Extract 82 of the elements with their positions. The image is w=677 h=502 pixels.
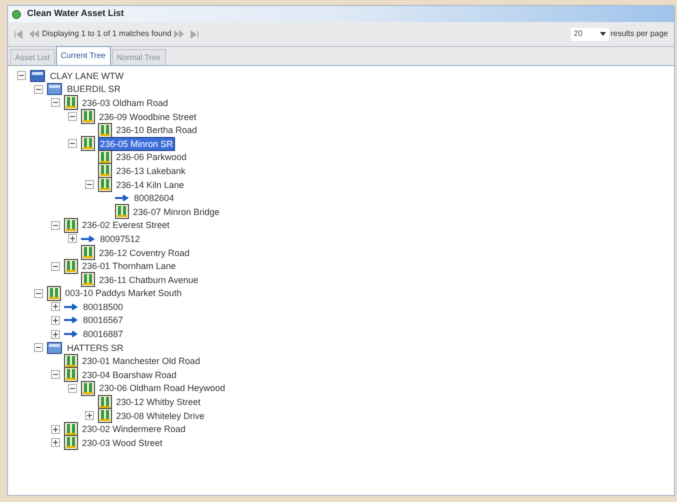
arrow-icon [64,302,78,311]
tree-node[interactable]: HATTERS SR [66,342,124,354]
tree-node[interactable]: 230-02 Windermere Road [81,423,187,436]
station-icon [81,109,95,124]
tree-node[interactable]: 236-10 Bertha Road [115,124,198,136]
station-icon [81,136,95,152]
tree-node[interactable]: 003-10 Paddys Market South [64,287,183,300]
tree-node[interactable]: 80018500 [82,300,124,313]
station-icon [47,286,61,301]
tree-node[interactable]: 80016567 [82,314,124,326]
station-icon [64,258,78,274]
arrow-icon [81,234,95,243]
collapse-icon[interactable] [17,71,26,80]
tree-node[interactable]: 230-12 Whitby Street [115,396,202,408]
collapse-icon[interactable] [51,220,60,230]
collapse-icon[interactable] [34,343,43,352]
tree-node[interactable]: BUERDIL SR [66,83,122,96]
collapse-icon[interactable] [34,288,43,298]
station-icon [98,408,112,424]
station-icon [98,163,112,178]
station-icon [81,272,95,288]
tree-node[interactable]: 230-08 Whiteley Drive [115,410,206,422]
tree-node[interactable]: 230-04 Boarshaw Road [81,368,178,381]
monitor-icon [47,342,62,354]
collapse-icon[interactable] [51,98,60,108]
pager-status: Displaying 1 to 1 of 1 matches found [42,28,172,40]
expand-icon[interactable] [51,302,60,312]
station-icon [64,367,78,382]
arrow-icon [64,330,78,338]
tree-node[interactable]: 236-02 Everest Street [81,219,171,232]
tree-node[interactable]: 236-01 Thornham Lane [81,260,177,272]
tree-node[interactable]: 236-07 Minron Bridge [132,206,221,218]
tree-node[interactable]: 236-12 Coventry Road [98,246,191,259]
monitor-icon [47,83,62,96]
arrow-icon [115,194,129,202]
tree-node[interactable]: 80082604 [133,192,176,204]
station-icon [115,204,129,220]
tab[interactable]: Current Tree [56,46,111,65]
station-icon [64,435,78,450]
tree-node[interactable]: 230-01 Manchester Old Road [81,355,202,368]
tree-node[interactable]: 236-05 Minron SR [98,136,176,151]
expand-icon[interactable] [51,438,60,448]
caret-icon [600,32,606,36]
station-icon [64,95,78,110]
expand-icon[interactable] [51,330,60,339]
expand-icon[interactable] [51,424,60,434]
tree-node[interactable]: 236-11 Chatburn Avenue [98,274,200,286]
tree-node[interactable]: 236-03 Oldham Road [81,96,170,109]
expand-icon[interactable] [51,316,60,325]
station-icon [98,150,112,165]
tree-node[interactable]: 236-06 Parkwood [115,151,188,164]
window-title: Clean Water Asset List [27,7,124,20]
page-size-label: results per page [610,28,668,40]
tree-node[interactable]: 230-03 Wood Street [81,436,164,449]
tree-node[interactable]: 80097512 [99,232,142,245]
tree-node[interactable]: 236-09 Woodbine Street [98,110,198,123]
station-icon [98,177,112,192]
expand-icon[interactable] [85,411,94,420]
tree-node[interactable]: 236-14 Kiln Lane [115,178,186,191]
page-size-select[interactable]: 20 [570,28,609,40]
collapse-icon[interactable] [51,370,60,380]
collapse-icon[interactable] [68,112,77,122]
station-icon [98,394,112,410]
tree-node[interactable]: 80016887 [82,328,124,340]
tree-node[interactable]: 230-06 Oldham Road Heywood [98,382,226,394]
station-icon [98,122,112,138]
collapse-icon[interactable] [68,139,77,148]
station-icon [81,380,95,396]
tree-node[interactable]: 236-13 Lakebank [115,164,187,177]
app-icon [12,10,21,18]
arrow-icon [64,316,78,324]
station-icon [64,354,78,369]
monitor-icon [30,70,45,82]
station-icon [64,218,78,233]
collapse-icon[interactable] [34,84,43,94]
collapse-icon[interactable] [51,262,60,271]
expand-icon[interactable] [68,234,77,244]
tree-node[interactable]: CLAY LANE WTW [49,70,125,82]
station-icon [81,245,95,260]
collapse-icon[interactable] [85,180,94,190]
station-icon [64,422,78,437]
collapse-icon[interactable] [68,384,77,393]
